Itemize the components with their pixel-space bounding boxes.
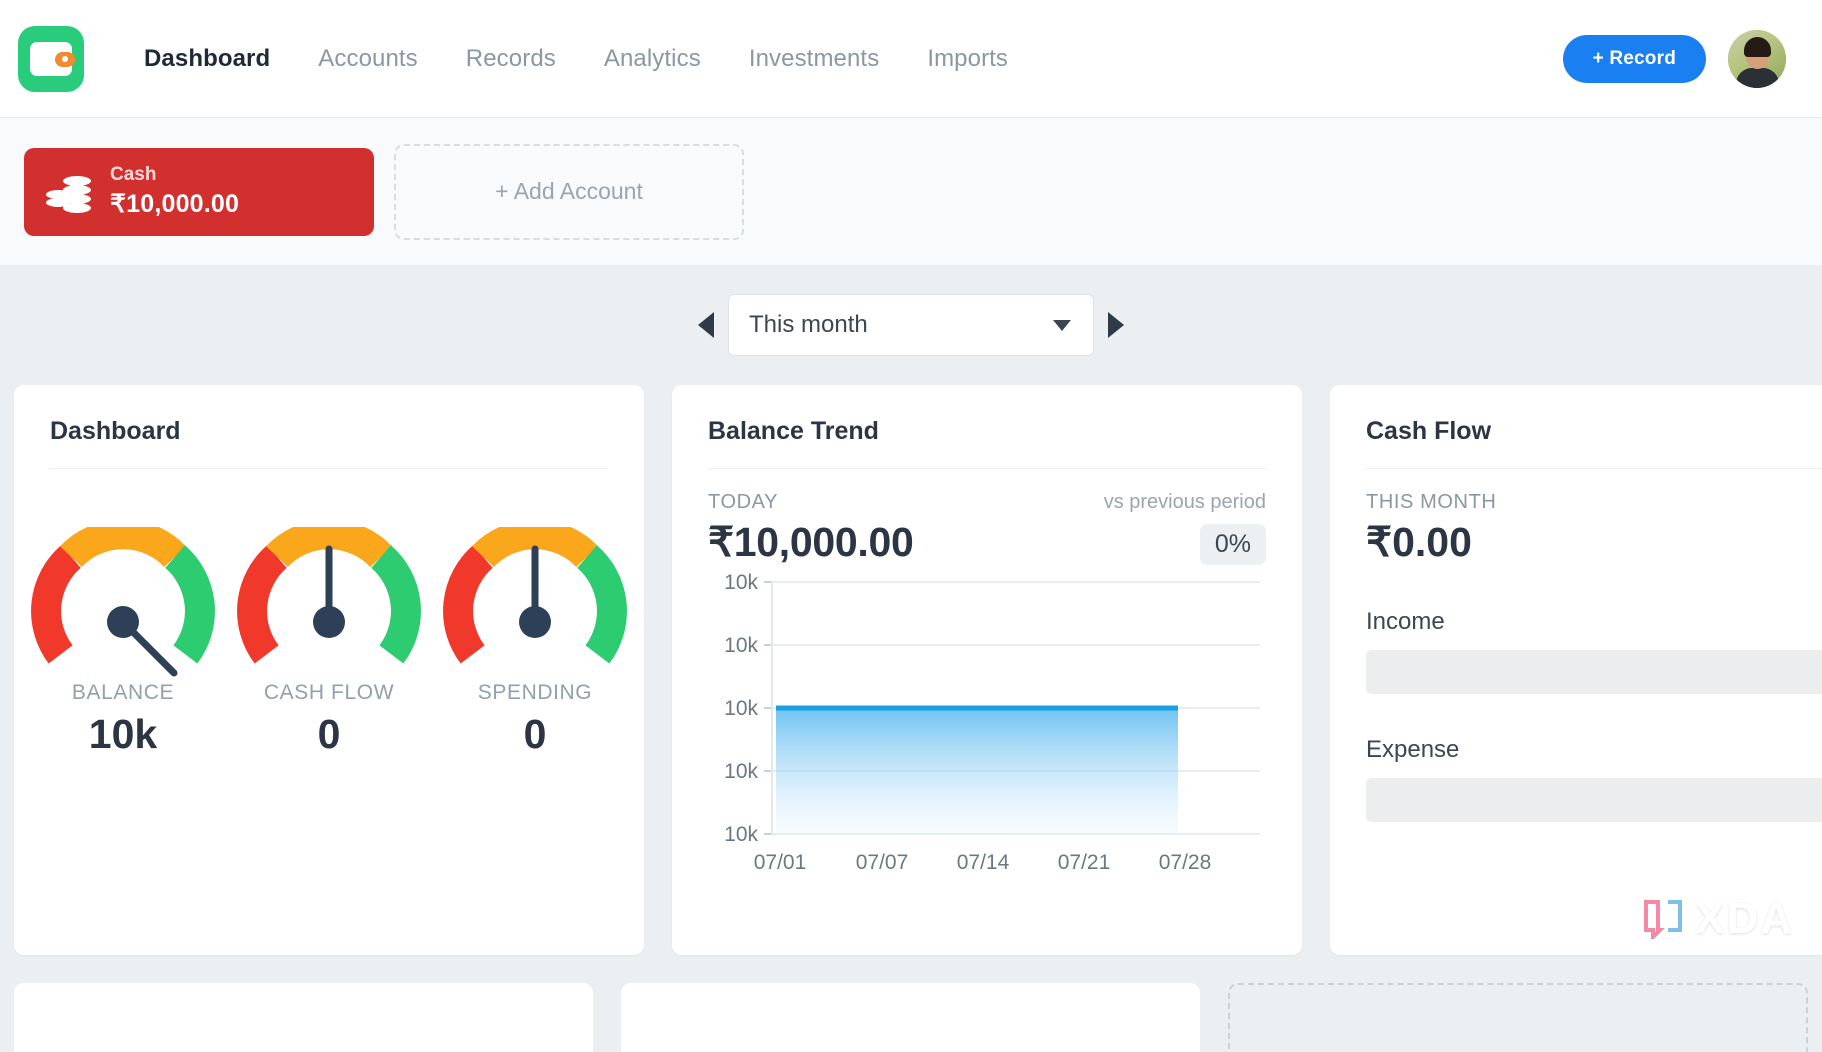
x-tick-label: 07/07 bbox=[856, 851, 909, 874]
nav-item-investments[interactable]: Investments bbox=[725, 45, 904, 73]
nav-item-dashboard[interactable]: Dashboard bbox=[120, 45, 294, 73]
period-select[interactable]: This month bbox=[728, 294, 1094, 356]
gauge-spending-label: SPENDING bbox=[477, 681, 593, 704]
triangle-left-icon[interactable] bbox=[698, 312, 714, 338]
gauge-spending-svg bbox=[443, 527, 627, 664]
nav-items: Dashboard Accounts Records Analytics Inv… bbox=[120, 45, 1032, 73]
gauge-cash-flow-value: 0 bbox=[317, 711, 341, 757]
period-select-value: This month bbox=[749, 311, 868, 338]
account-balance: ₹10,000.00 bbox=[110, 190, 240, 218]
gauge-balance-value: 10k bbox=[88, 711, 158, 757]
nav-item-imports[interactable]: Imports bbox=[903, 45, 1032, 73]
gauges-group: BALANCE 10k CASH FLOW 0 SPENDING 0 bbox=[14, 469, 644, 758]
gauge-cash-flow-svg bbox=[237, 527, 421, 664]
y-tick-label: 10k bbox=[724, 823, 758, 846]
balance-trend-chart-svg: 10k 10k 10k 10k 10k 07/01 07/07 07/14 07… bbox=[724, 571, 1260, 874]
card-row2-left bbox=[14, 983, 594, 1052]
chevron-down-icon bbox=[1053, 319, 1071, 331]
cash-flow-income-bar bbox=[1366, 650, 1822, 694]
balance-trend-amount: ₹10,000.00 bbox=[708, 519, 914, 565]
add-record-button[interactable]: + Record bbox=[1562, 34, 1706, 83]
cash-flow-income-label: Income bbox=[1366, 608, 1445, 635]
card-title-dashboard: Dashboard bbox=[50, 417, 181, 445]
dashboard-card-grid-row2 bbox=[0, 983, 1822, 1052]
card-cash-flow: Cash Flow THIS MONTH ₹0.00 Income Expens… bbox=[1330, 385, 1822, 955]
balance-trend-today: TODAY ₹10,000.00 bbox=[708, 491, 914, 566]
add-account-button[interactable]: + Add Account bbox=[394, 143, 744, 240]
balance-trend-vs-label: vs previous period bbox=[1103, 491, 1266, 513]
cash-flow-body: THIS MONTH ₹0.00 Income Expense bbox=[1330, 469, 1822, 822]
y-tick-label: 10k bbox=[724, 571, 758, 594]
card-balance-trend: Balance Trend TODAY ₹10,000.00 vs previo… bbox=[672, 385, 1302, 955]
page-root: Dashboard Accounts Records Analytics Inv… bbox=[0, 0, 1822, 1052]
cash-flow-expense-bar bbox=[1366, 778, 1822, 822]
y-tick-label: 10k bbox=[724, 697, 758, 720]
cash-flow-amount: ₹0.00 bbox=[1366, 519, 1472, 565]
accounts-strip: Cash ₹10,000.00 + Add Account bbox=[0, 118, 1822, 265]
card-dashboard: Dashboard BALANCE 10k CASH FLOW 0 SPENDI… bbox=[14, 385, 644, 955]
gauge-balance[interactable]: BALANCE 10k bbox=[28, 527, 218, 758]
card-row2-add-widget[interactable] bbox=[1228, 983, 1808, 1052]
cash-flow-expense-label: Expense bbox=[1366, 736, 1460, 763]
triangle-right-icon[interactable] bbox=[1108, 312, 1124, 338]
balance-trend-comparison: vs previous period 0% bbox=[1104, 491, 1266, 565]
x-tick-label: 07/14 bbox=[957, 851, 1010, 874]
user-avatar[interactable] bbox=[1728, 29, 1786, 88]
gauge-spending[interactable]: SPENDING 0 bbox=[440, 527, 630, 758]
avatar-shirt bbox=[1736, 67, 1779, 88]
card-title-cash-flow: Cash Flow bbox=[1366, 417, 1492, 445]
card-row2-middle bbox=[621, 983, 1201, 1052]
account-card-cash[interactable]: Cash ₹10,000.00 bbox=[24, 147, 374, 236]
nav-right-actions: + Record bbox=[1562, 29, 1786, 88]
wallet-clasp-shape bbox=[55, 51, 75, 67]
gauge-balance-svg bbox=[31, 527, 215, 677]
balance-trend-chart[interactable]: 10k 10k 10k 10k 10k 07/01 07/07 07/14 07… bbox=[672, 566, 1302, 891]
nav-item-records[interactable]: Records bbox=[442, 45, 580, 73]
wallet-clasp-dot bbox=[62, 56, 68, 62]
wallet-logo-icon[interactable] bbox=[18, 25, 84, 92]
balance-trend-today-label: TODAY bbox=[708, 491, 779, 513]
nav-item-accounts[interactable]: Accounts bbox=[294, 45, 442, 73]
y-tick-label: 10k bbox=[724, 634, 758, 657]
balance-trend-change-badge: 0% bbox=[1199, 524, 1266, 565]
account-name: Cash bbox=[110, 164, 157, 185]
area-fill bbox=[776, 708, 1178, 834]
account-card-text: Cash ₹10,000.00 bbox=[110, 164, 239, 219]
dashboard-card-grid: Dashboard BALANCE 10k CASH FLOW 0 SPENDI… bbox=[0, 385, 1822, 955]
top-navigation-bar: Dashboard Accounts Records Analytics Inv… bbox=[0, 0, 1822, 118]
coins-stack-icon bbox=[46, 172, 92, 213]
gauge-cash-flow[interactable]: CASH FLOW 0 bbox=[234, 527, 424, 758]
nav-item-analytics[interactable]: Analytics bbox=[580, 45, 725, 73]
period-selector-row: This month bbox=[0, 265, 1822, 385]
x-tick-label: 07/21 bbox=[1058, 851, 1111, 874]
balance-trend-header: TODAY ₹10,000.00 vs previous period 0% bbox=[672, 469, 1302, 566]
gauge-cash-flow-label: CASH FLOW bbox=[263, 681, 395, 704]
gauge-balance-label: BALANCE bbox=[71, 681, 175, 704]
x-tick-label: 07/01 bbox=[754, 851, 807, 874]
card-title-balance-trend: Balance Trend bbox=[708, 417, 879, 445]
x-tick-label: 07/28 bbox=[1159, 851, 1212, 874]
wallet-glyph bbox=[30, 41, 75, 76]
cash-flow-period-label: THIS MONTH bbox=[1366, 491, 1497, 513]
y-tick-label: 10k bbox=[724, 760, 758, 783]
gauge-spending-value: 0 bbox=[523, 711, 547, 757]
